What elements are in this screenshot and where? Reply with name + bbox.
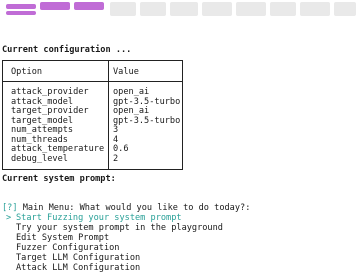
menu-item-label: Start Fuzzing your system prompt: [16, 213, 182, 223]
system-prompt-heading: Current system prompt:: [2, 174, 116, 184]
menu-item-playground[interactable]: Try your system prompt in the playground: [2, 223, 250, 233]
menu-item-fuzzer-config[interactable]: Fuzzer Configuration: [2, 243, 250, 253]
question-tag: [?]: [2, 203, 18, 213]
menu-item-attack-llm-config[interactable]: Attack LLM Configuration: [2, 263, 250, 273]
menu-question-text: Main Menu: What would you like to do tod…: [22, 203, 251, 213]
config-table: Option Value attack_provider attack_mode…: [2, 60, 183, 170]
header-option: Option: [11, 67, 43, 77]
menu-item-label: Edit System Prompt: [16, 233, 110, 243]
table-divider: [108, 61, 109, 169]
menu-item-edit-prompt[interactable]: Edit System Prompt: [2, 233, 250, 243]
table-header-divider: [3, 81, 182, 82]
menu-item-label: Attack LLM Configuration: [16, 263, 141, 273]
menu-item-label: Try your system prompt in the playground: [16, 223, 223, 233]
value-column: open_ai gpt-3.5-turbo open_ai gpt-3.5-tu…: [113, 87, 181, 164]
menu-item-target-llm-config[interactable]: Target LLM Configuration: [2, 253, 250, 263]
pointer-icon: >: [6, 213, 12, 223]
menu-item-start-fuzzing[interactable]: > Start Fuzzing your system prompt: [2, 213, 250, 223]
menu-item-label: Fuzzer Configuration: [16, 243, 120, 253]
table-row-value: 2: [113, 153, 119, 164]
app-logo: [6, 2, 356, 16]
table-row-option: debug_level: [11, 153, 68, 164]
table-row-value: 0.6: [113, 144, 129, 154]
header-value: Value: [113, 67, 139, 77]
table-row-value: 3: [113, 125, 119, 135]
table-row-value: gpt-3.5-turbo: [113, 115, 181, 126]
option-column: attack_provider attack_model target_prov…: [11, 87, 104, 164]
menu-question: [?] Main Menu: What would you like to do…: [2, 203, 250, 213]
config-heading: Current configuration ...: [2, 45, 132, 55]
main-menu: [?] Main Menu: What would you like to do…: [2, 203, 250, 273]
menu-item-label: Target LLM Configuration: [16, 253, 141, 263]
